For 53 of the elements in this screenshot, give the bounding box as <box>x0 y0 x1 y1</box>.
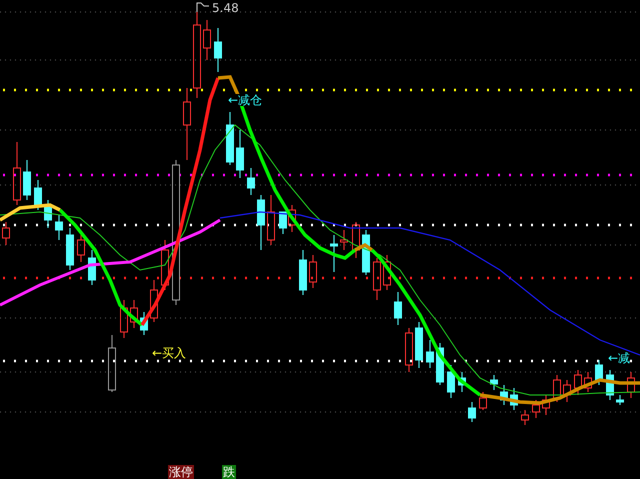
candlestick <box>468 402 476 422</box>
candlestick <box>247 168 255 196</box>
candlestick <box>214 28 222 72</box>
candlestick <box>574 370 582 396</box>
candlestick <box>616 394 624 406</box>
candlestick <box>405 328 413 372</box>
candlestick <box>606 370 614 400</box>
candlestick <box>55 214 63 240</box>
candlestick <box>236 130 244 178</box>
candlestick <box>13 142 21 206</box>
high-price-label: 5.48 <box>212 2 239 14</box>
candlestick <box>595 360 603 386</box>
candlestick <box>352 222 360 258</box>
candlestick <box>330 234 338 272</box>
signal-label: ←减仓 <box>228 94 262 106</box>
legend-label: 跌 <box>222 465 236 479</box>
candlestick <box>203 20 211 60</box>
candlestick <box>120 300 128 338</box>
candlestick <box>340 230 348 250</box>
candlestick <box>88 250 96 286</box>
candlestick <box>415 322 423 368</box>
signal-label: ←买入 <box>152 347 186 359</box>
candlestick <box>490 374 498 390</box>
legend-label: 涨停 <box>168 465 194 479</box>
candlestick <box>426 340 434 368</box>
candlestick <box>257 194 265 250</box>
candlestick <box>627 372 635 398</box>
candlestick <box>34 180 42 210</box>
flag-icon <box>196 2 210 12</box>
candlestick <box>267 194 275 246</box>
candlestick <box>584 372 592 392</box>
candlestick <box>23 160 31 200</box>
candlestick <box>542 394 550 416</box>
candlestick <box>373 258 381 300</box>
candlestick <box>108 334 116 392</box>
signal-label: ←减 <box>608 352 630 364</box>
candlestick <box>510 388 518 410</box>
candlestick <box>563 380 571 402</box>
candlestick <box>2 222 10 246</box>
candlestick <box>500 384 508 406</box>
candlestick <box>226 112 234 166</box>
candlestick <box>150 280 158 322</box>
candlestick <box>309 254 317 288</box>
candlestick <box>130 300 138 328</box>
candlestick <box>458 372 466 392</box>
candlestick <box>44 200 52 228</box>
candlestick <box>521 410 529 426</box>
candlestick <box>479 392 487 410</box>
candlestick <box>383 254 391 290</box>
candlestick <box>140 312 148 336</box>
candlestick <box>299 250 307 296</box>
candlestick <box>394 292 402 326</box>
candlestick <box>66 228 74 270</box>
